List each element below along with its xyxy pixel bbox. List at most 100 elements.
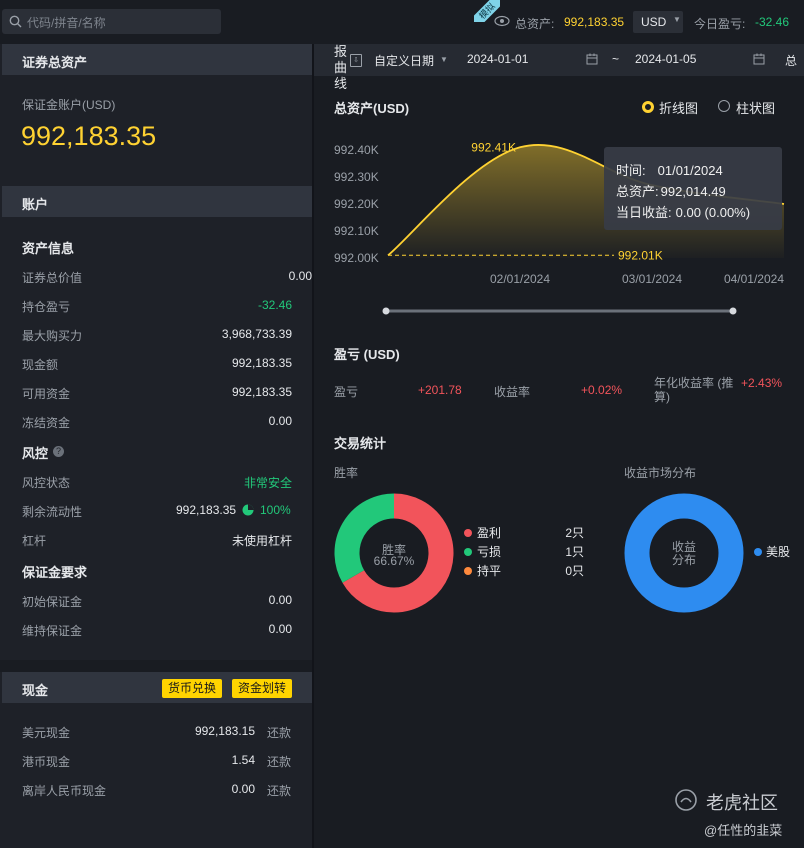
calendar-icon[interactable] xyxy=(753,53,765,65)
x-tick-label: 04/01/2024 xyxy=(724,272,784,286)
total-assets-value: 992,183.35 xyxy=(564,15,625,29)
account-panel-header: 账户 xyxy=(2,186,312,217)
market-center-label: 收益分布 xyxy=(671,540,696,567)
line-chart-option-label[interactable]: 折线图 xyxy=(659,98,698,117)
annual-return-label: 年化收益率 (推算) xyxy=(654,376,734,404)
max-value-label: 992.41K xyxy=(471,140,516,154)
legend-item: 持平 0只 xyxy=(464,562,588,581)
watermark-brand: 老虎社区 xyxy=(706,793,778,813)
asset-row-label: 冻结资金 xyxy=(22,416,71,430)
tooltip-pnl: 当日收益: 0.00 (0.00%) xyxy=(616,202,750,221)
asset-row-label: 可用资金 xyxy=(22,387,71,401)
search-icon xyxy=(9,15,22,28)
liquidity-value: 992,183.35 xyxy=(176,503,237,517)
asset-row-value: 992,183.35 xyxy=(231,356,292,370)
min-value-label: 992.01K xyxy=(618,248,663,262)
range-slider-handle-right[interactable] xyxy=(729,307,737,315)
date-separator: ~ xyxy=(612,52,620,66)
repay-link[interactable]: 还款 xyxy=(267,724,291,741)
tooltip-time: 时间: 01/01/2024 xyxy=(616,160,723,179)
x-tick-label: 02/01/2024 xyxy=(490,272,550,286)
cash-panel-title: 现金 xyxy=(22,683,49,698)
y-tick-label: 992.40K xyxy=(334,143,379,157)
tooltip-pnl-label: 当日收益: xyxy=(616,205,672,220)
y-tick-label: 992.10K xyxy=(334,224,379,238)
report-title: 报曲线 xyxy=(334,44,348,91)
eye-icon[interactable] xyxy=(494,15,510,27)
tooltip-pnl-value: 0.00 (0.00%) xyxy=(675,205,751,220)
cash-row-value: 1.54 xyxy=(231,753,255,767)
return-rate-label: 收益率 xyxy=(494,385,531,399)
pnl-value: +201.78 xyxy=(418,383,462,397)
legend-dot-green xyxy=(464,548,472,556)
calendar-icon[interactable] xyxy=(586,53,598,65)
report-overflow-text: 总 xyxy=(785,54,798,68)
cash-row-value: 0.00 xyxy=(231,782,255,796)
bar-chart-radio[interactable] xyxy=(718,100,730,112)
market-legend: 美股 xyxy=(754,543,804,560)
tooltip-time-value: 01/01/2024 xyxy=(657,163,723,178)
cash-row-label: 离岸人民币现金 xyxy=(22,784,107,798)
line-chart-radio[interactable] xyxy=(642,101,654,113)
currency-exchange-button[interactable]: 货币兑换 xyxy=(162,679,223,698)
margin-row-label: 维持保证金 xyxy=(22,624,83,638)
asset-row-value: -32.46 xyxy=(257,298,292,312)
repay-link[interactable]: 还款 xyxy=(267,782,291,799)
chart-tooltip: 时间: 01/01/2024 总资产: 992,014.49 当日收益: 0.00 (… xyxy=(604,147,782,230)
asset-row-value: 3,968,733.39 xyxy=(221,327,292,341)
asset-row-label: 持仓盈亏 xyxy=(22,300,71,314)
risk-row-label: 剩余流动性 xyxy=(22,505,83,519)
legend-dot-blue xyxy=(754,548,762,556)
cash-panel-header: 现金 货币兑换 资金划转 xyxy=(2,672,312,703)
legend-item: 盈利 2只 xyxy=(464,524,588,543)
range-slider-handle-left[interactable] xyxy=(382,307,390,315)
tooltip-assets: 总资产: 992,014.49 xyxy=(616,181,726,200)
securities-panel-header: 证券总资产 xyxy=(2,44,312,75)
tooltip-assets-label: 总资产: xyxy=(616,184,659,199)
chevron-down-icon: ▼ xyxy=(673,15,681,24)
tooltip-time-label: 时间: xyxy=(616,163,646,178)
tooltip-assets-value: 992,014.49 xyxy=(660,184,726,199)
watermark-user: @任性的韭菜 xyxy=(704,823,783,838)
currency-select[interactable]: USD ▼ xyxy=(633,11,683,33)
bar-chart-option-label[interactable]: 柱状图 xyxy=(736,98,775,117)
trade-stats-title: 交易统计 xyxy=(334,436,387,451)
account-panel-title: 账户 xyxy=(22,197,49,212)
start-date-input[interactable]: 2024-01-01 xyxy=(467,52,528,66)
pnl-title: 盈亏 (USD) xyxy=(334,347,400,362)
asset-chart-title: 总资产(USD) xyxy=(334,101,410,116)
export-icon[interactable]: ⇩ xyxy=(350,54,362,67)
asset-row-value: 992,183.35 xyxy=(231,385,292,399)
today-pnl-value: -32.46 xyxy=(755,15,790,29)
asset-row-label: 证券总价值 xyxy=(22,271,83,285)
fund-transfer-button[interactable]: 资金划转 xyxy=(232,679,293,698)
legend-label: 盈利 xyxy=(477,526,502,540)
column-divider xyxy=(312,44,314,848)
y-tick-label: 992.30K xyxy=(334,170,379,184)
legend-count: 1只 xyxy=(565,545,584,559)
margin-row-value: 0.00 xyxy=(268,593,292,607)
x-tick-label: 03/01/2024 xyxy=(622,272,682,286)
report-header: 报曲线 ⇩ 自定义日期 ▼ 2024-01-01 ~ 2024-01-05 总 xyxy=(314,44,804,91)
help-icon[interactable]: ? xyxy=(53,446,64,457)
legend-dot-red xyxy=(464,529,472,537)
pie-indicator-icon xyxy=(242,504,254,516)
currency-value: USD xyxy=(641,15,667,29)
date-mode-select[interactable]: 自定义日期 xyxy=(374,52,434,69)
margin-row-label: 初始保证金 xyxy=(22,595,83,609)
market-dist-title: 收益市场分布 xyxy=(624,466,697,480)
asset-row-value: 0.00 xyxy=(268,414,292,428)
market-legend-label: 美股 xyxy=(766,545,791,559)
margin-row-value: 0.00 xyxy=(268,622,292,636)
search-input[interactable]: 代码/拼音/名称 xyxy=(2,9,221,34)
repay-link[interactable]: 还款 xyxy=(267,753,291,770)
chevron-down-icon: ▼ xyxy=(440,55,448,64)
y-tick-label: 992.00K xyxy=(334,251,379,265)
legend-label: 持平 xyxy=(477,564,502,578)
securities-panel-title: 证券总资产 xyxy=(22,55,88,70)
total-assets-label: 总资产: xyxy=(515,17,555,31)
risk-row-label: 杠杆 xyxy=(22,534,47,548)
winrate-legend: 盈利 2只 亏损 1只 持平 0只 xyxy=(464,524,588,581)
end-date-input[interactable]: 2024-01-05 xyxy=(635,52,696,66)
annual-return-value: +2.43% xyxy=(741,376,783,390)
